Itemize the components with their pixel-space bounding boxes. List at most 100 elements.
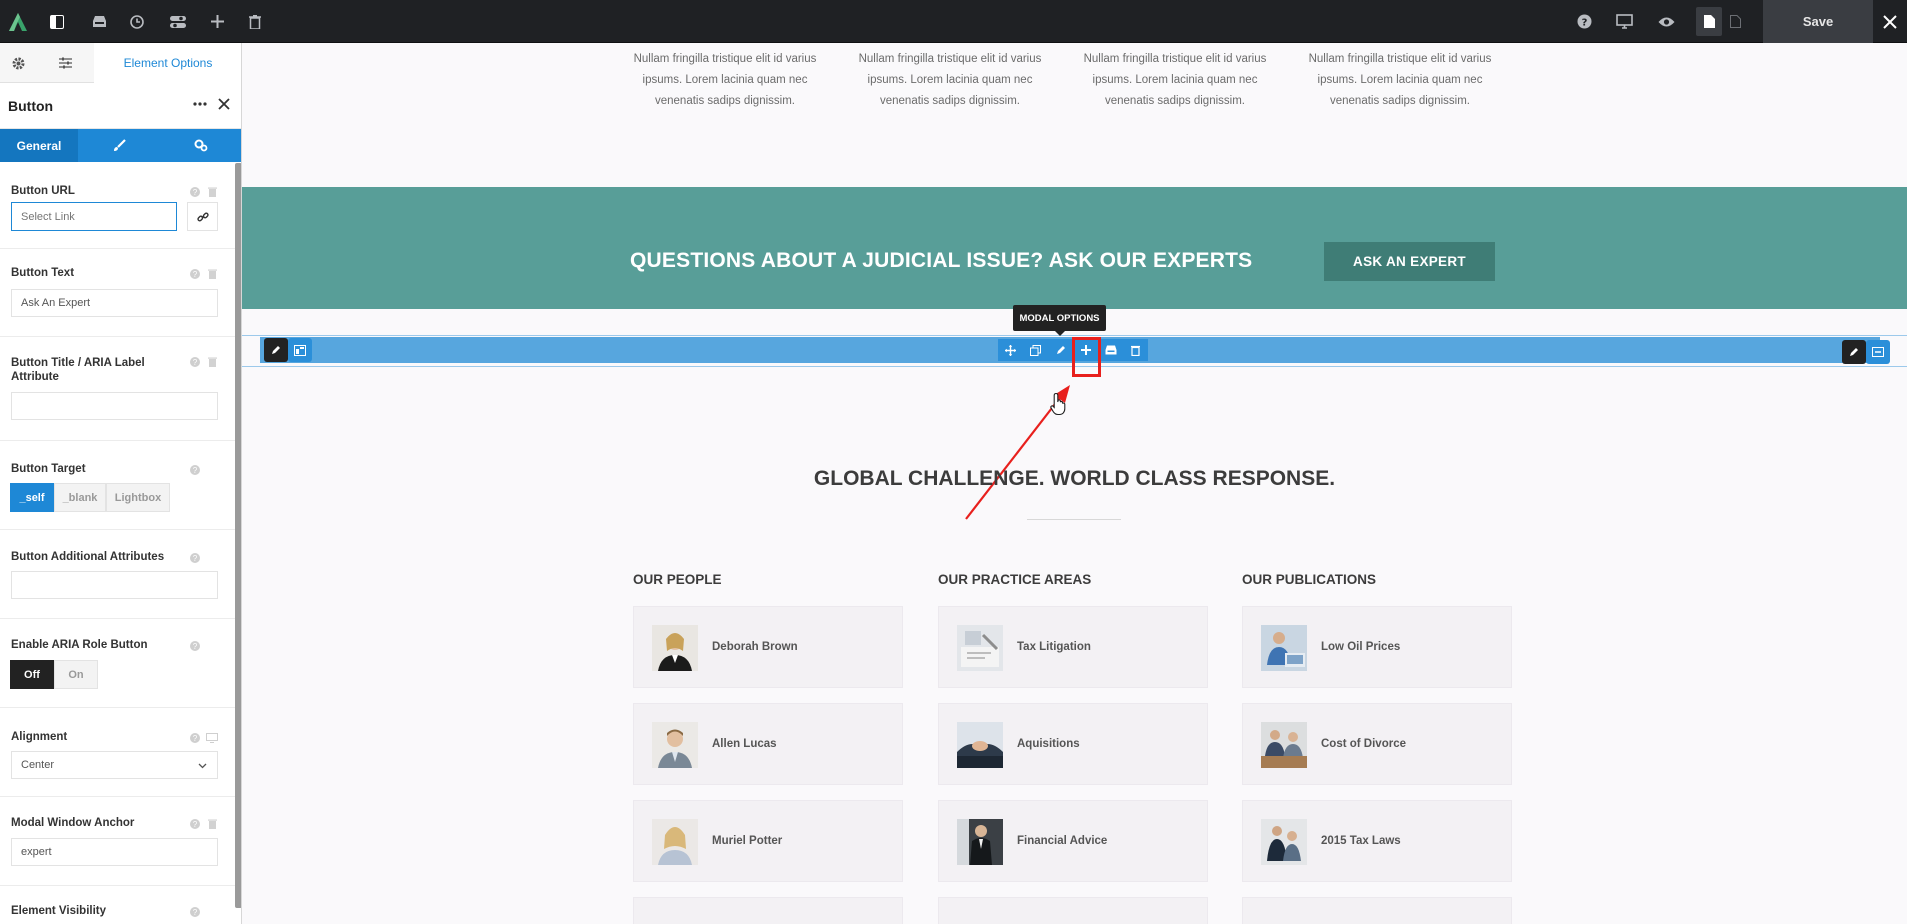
tab-general[interactable]: General	[0, 129, 78, 162]
person-photo-icon	[652, 722, 698, 768]
sidebar-tabs: Element Options	[0, 43, 241, 83]
option-element-visibility: Element Visibility ?	[0, 886, 235, 924]
column-title: OUR PEOPLE	[633, 572, 722, 587]
option-button-text: Button Text ? Ask An Expert	[0, 249, 235, 337]
list-item[interactable]: Tax Litigation	[938, 606, 1208, 688]
help-icon[interactable]: ?	[190, 357, 200, 367]
responsive-desktop-icon[interactable]	[206, 733, 218, 743]
option-modal-anchor: Modal Window Anchor ? expert	[0, 797, 235, 886]
list-item[interactable]	[633, 897, 903, 924]
section-heading: GLOBAL CHALLENGE. WORLD CLASS RESPONSE.	[813, 467, 1336, 490]
list-item[interactable]	[1242, 897, 1512, 924]
annotation-highlight-box	[1072, 337, 1101, 377]
avada-logo-icon[interactable]	[0, 0, 36, 43]
aria-role-on-option[interactable]: On	[54, 660, 98, 689]
list-item[interactable]: Deborah Brown	[633, 606, 903, 688]
target-lightbox-option[interactable]: Lightbox	[106, 483, 170, 512]
button-text-input[interactable]: Ask An Expert	[11, 289, 218, 317]
target-self-option[interactable]: _self	[10, 483, 54, 512]
sidebar-scrollbar[interactable]	[235, 163, 241, 908]
design-brush-icon[interactable]	[78, 129, 160, 162]
more-options-icon[interactable]	[193, 97, 207, 116]
delete-trash-icon[interactable]	[1123, 339, 1148, 361]
save-to-library-icon[interactable]	[1098, 339, 1123, 361]
help-icon[interactable]: ?	[190, 641, 200, 651]
option-aria-label: Button Title / ARIA Label Attribute ?	[0, 337, 235, 441]
practice-photo-icon	[957, 625, 1003, 671]
trash-icon[interactable]	[208, 187, 217, 197]
option-button-target: Button Target ? _self _blank Lightbox	[0, 441, 235, 530]
list-item[interactable]	[938, 897, 1208, 924]
container-layout-icon[interactable]	[288, 338, 312, 362]
cta-section[interactable]	[242, 187, 1907, 309]
list-item[interactable]: Allen Lucas	[633, 703, 903, 785]
list-item-label: Muriel Potter	[712, 835, 783, 847]
target-blank-option[interactable]: _blank	[54, 483, 106, 512]
list-item[interactable]: Cost of Divorce	[1242, 703, 1512, 785]
close-builder-icon[interactable]	[1873, 0, 1907, 43]
heading-separator	[1027, 519, 1121, 520]
settings-gear-icon[interactable]	[0, 43, 36, 83]
alignment-value: Center	[21, 759, 55, 771]
practice-photo-icon	[957, 722, 1003, 768]
trash-icon[interactable]	[208, 357, 217, 367]
help-icon[interactable]: ?	[190, 553, 200, 563]
option-label: Enable ARIA Role Button	[11, 639, 148, 651]
help-icon[interactable]: ?	[190, 187, 200, 197]
publication-photo-icon	[1261, 722, 1307, 768]
close-panel-icon[interactable]	[218, 97, 230, 115]
person-photo-icon	[652, 819, 698, 865]
svg-text:?: ?	[1581, 18, 1587, 29]
additional-attributes-input[interactable]	[11, 571, 218, 599]
toggles-icon[interactable]	[157, 0, 199, 43]
option-label: Button Additional Attributes	[11, 551, 165, 563]
publication-photo-icon	[1261, 625, 1307, 671]
aria-label-input[interactable]	[11, 392, 218, 420]
add-element-icon[interactable]	[196, 0, 238, 43]
extras-cogs-icon[interactable]	[160, 129, 241, 162]
edit-row-icon[interactable]	[1842, 340, 1866, 364]
help-icon[interactable]: ?	[190, 819, 200, 829]
list-item[interactable]: Financial Advice	[938, 800, 1208, 882]
button-url-input[interactable]	[11, 202, 177, 231]
aria-role-toggle: Off On	[10, 660, 98, 689]
select-link-icon[interactable]	[187, 202, 218, 231]
list-item-label: Cost of Divorce	[1321, 738, 1406, 750]
ask-an-expert-button[interactable]: ASK AN EXPERT	[1324, 242, 1495, 281]
alignment-select[interactable]: Center	[11, 751, 218, 779]
row-options-icon[interactable]	[1866, 340, 1890, 364]
help-icon[interactable]: ?	[190, 269, 200, 279]
edit-pencil-icon[interactable]	[1048, 339, 1073, 361]
sidebar-toggle-icon[interactable]	[36, 0, 78, 43]
option-label: Modal Window Anchor	[11, 817, 135, 829]
library-icon[interactable]	[78, 0, 120, 43]
list-item[interactable]: Muriel Potter	[633, 800, 903, 882]
hand-cursor-icon	[1050, 392, 1066, 416]
list-item[interactable]: 2015 Tax Laws	[1242, 800, 1512, 882]
save-button[interactable]: Save	[1763, 0, 1873, 43]
aria-role-off-option[interactable]: Off	[10, 660, 54, 689]
trash-icon[interactable]	[234, 0, 276, 43]
desktop-preview-icon[interactable]	[1603, 0, 1645, 43]
tab-element-options[interactable]: Element Options	[94, 43, 241, 83]
sliders-icon[interactable]	[36, 43, 94, 83]
history-icon[interactable]	[116, 0, 158, 43]
draft-page-icon[interactable]	[1696, 7, 1722, 36]
modal-anchor-input[interactable]: expert	[11, 838, 218, 866]
preview-eye-icon[interactable]	[1645, 0, 1687, 43]
list-item[interactable]: Aquisitions	[938, 703, 1208, 785]
trash-icon[interactable]	[208, 819, 217, 829]
clone-icon[interactable]	[1023, 339, 1048, 361]
column-title: OUR PUBLICATIONS	[1242, 572, 1376, 587]
move-icon[interactable]	[998, 339, 1023, 361]
edit-container-icon[interactable]	[264, 338, 288, 362]
help-icon[interactable]: ?	[190, 465, 200, 475]
trash-icon[interactable]	[208, 269, 217, 279]
help-icon[interactable]: ?	[190, 733, 200, 743]
list-item[interactable]: Low Oil Prices	[1242, 606, 1512, 688]
chevron-down-icon	[198, 763, 207, 769]
help-icon[interactable]: ?	[1563, 0, 1605, 43]
column-title: OUR PRACTICE AREAS	[938, 572, 1092, 587]
help-icon[interactable]: ?	[190, 907, 200, 917]
published-page-icon[interactable]	[1722, 7, 1748, 36]
